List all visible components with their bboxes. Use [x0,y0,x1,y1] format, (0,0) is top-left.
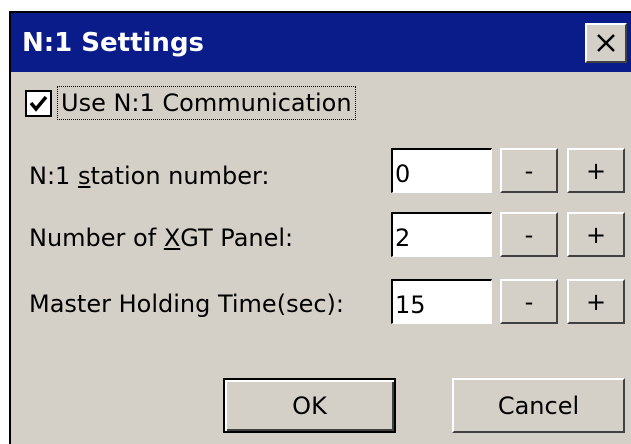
use-n1-checkbox-row[interactable]: Use N:1 Communication [25,85,356,121]
master-holding-time-input[interactable] [391,279,492,324]
station-number-input[interactable] [391,148,492,193]
master-holding-time-decrement-button[interactable]: - [500,279,558,324]
checkmark-icon [29,95,48,112]
xgt-panel-count-decrement-button[interactable]: - [500,212,558,257]
use-n1-label[interactable]: Use N:1 Communication [57,86,356,120]
title-bar: N:1 Settings [11,13,631,72]
station-number-decrement-button[interactable]: - [500,148,558,193]
station-number-increment-button[interactable]: + [567,148,625,193]
cancel-button[interactable]: Cancel [452,378,625,433]
n1-settings-dialog: N:1 Settings Use N:1 Communication N:1 s… [9,11,631,444]
station-number-label: N:1 station number: [29,162,270,190]
close-button[interactable] [585,23,627,63]
master-holding-time-label: Master Holding Time(sec): [29,290,344,318]
ok-button[interactable]: OK [223,378,396,433]
close-icon [597,34,615,52]
dialog-title: N:1 Settings [22,28,205,58]
xgt-panel-count-increment-button[interactable]: + [567,212,625,257]
xgt-panel-count-input[interactable] [391,212,492,257]
use-n1-checkbox[interactable] [25,89,52,117]
xgt-panel-count-label: Number of XGT Panel: [29,224,294,252]
master-holding-time-increment-button[interactable]: + [567,279,625,324]
